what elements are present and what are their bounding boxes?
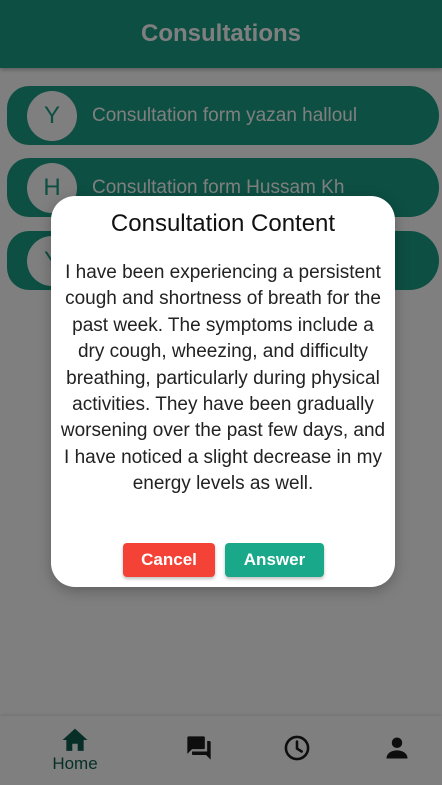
consultation-content-text: I have been experiencing a persistent co… [60, 262, 386, 495]
app-screen: Consultations Y Consultation form yazan … [0, 0, 442, 785]
consultation-dialog: Consultation Content I have been experie… [51, 196, 395, 587]
answer-button[interactable]: Answer [225, 543, 324, 577]
cancel-button[interactable]: Cancel [123, 543, 215, 577]
dialog-title: Consultation Content [110, 210, 336, 237]
